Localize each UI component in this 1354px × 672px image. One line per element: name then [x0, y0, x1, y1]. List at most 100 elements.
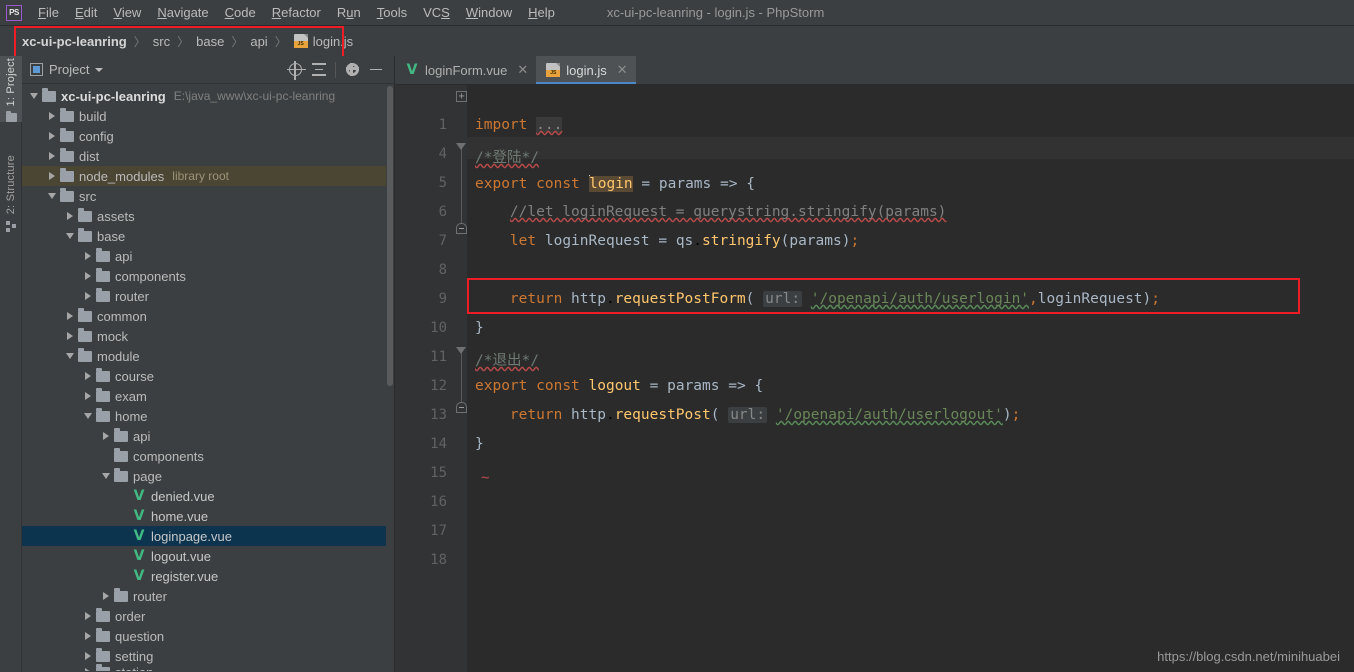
hide-button[interactable] [364, 58, 388, 82]
menu-item-tools[interactable]: Tools [369, 3, 415, 22]
tree-row[interactable]: components [22, 266, 394, 286]
menu-item-vcs[interactable]: VCS [415, 3, 458, 22]
tree-row[interactable]: mock [22, 326, 394, 346]
expand-arrow-icon[interactable] [44, 132, 60, 140]
sidebar-item-project[interactable]: 1: Project [0, 56, 22, 123]
expand-arrow-icon[interactable] [80, 668, 96, 671]
expand-arrow-icon[interactable] [44, 172, 60, 180]
menu-item-window[interactable]: Window [458, 3, 520, 22]
collapse-arrow-icon[interactable] [98, 473, 114, 479]
tree-scrollbar[interactable] [386, 84, 394, 671]
fold-collapse-icon[interactable] [456, 347, 467, 354]
tree-row[interactable]: home [22, 406, 394, 426]
tree-row[interactable]: module [22, 346, 394, 366]
expand-arrow-icon[interactable] [62, 312, 78, 320]
fold-expand-icon[interactable]: + [456, 91, 467, 102]
tree-row[interactable]: Vdenied.vue [22, 486, 394, 506]
breadcrumb-item-api[interactable]: api [250, 34, 267, 49]
expand-arrow-icon[interactable] [80, 292, 96, 300]
folder-icon [96, 627, 110, 642]
editor-gutter[interactable]: 1 4 5 6 7 8 9 10 11 12 13 14 15 16 17 18 [395, 85, 467, 672]
tree-row[interactable]: api [22, 426, 394, 446]
tree-row[interactable]: common [22, 306, 394, 326]
tree-row[interactable]: dist [22, 146, 394, 166]
tree-row[interactable]: Vhome.vue [22, 506, 394, 526]
expand-arrow-icon[interactable] [80, 392, 96, 400]
expand-arrow-icon[interactable] [98, 432, 114, 440]
tree-row[interactable]: page [22, 466, 394, 486]
js-file-icon [546, 63, 561, 77]
tree-row[interactable]: order [22, 606, 394, 626]
folder-icon [114, 467, 128, 482]
sidebar-item-structure[interactable]: 2: Structure [0, 153, 22, 233]
breadcrumb-item-file[interactable]: login.js [293, 34, 353, 49]
tree-row[interactable]: src [22, 186, 394, 206]
collapse-arrow-icon[interactable] [26, 93, 42, 99]
collapse-arrow-icon[interactable] [44, 193, 60, 199]
breadcrumb-item-project[interactable]: xc-ui-pc-leanring [22, 34, 127, 49]
menu-item-navigate[interactable]: Navigate [149, 3, 216, 22]
tree-row-label: base [97, 228, 126, 244]
expand-arrow-icon[interactable] [80, 272, 96, 280]
tab-login-js[interactable]: login.js ✕ [536, 56, 637, 84]
fold-end-icon[interactable] [456, 402, 467, 413]
expand-arrow-icon[interactable] [80, 372, 96, 380]
collapse-all-button[interactable] [307, 58, 331, 82]
expand-arrow-icon[interactable] [44, 152, 60, 160]
tree-row[interactable]: assets [22, 206, 394, 226]
breadcrumb-item-base[interactable]: base [196, 34, 224, 49]
tree-row[interactable]: station [22, 663, 394, 671]
line-number: 7 [438, 233, 447, 249]
tree-row[interactable]: base [22, 226, 394, 246]
chevron-down-icon[interactable] [95, 67, 104, 72]
line-number: 10 [430, 320, 447, 336]
tree-scrollbar-thumb[interactable] [387, 86, 393, 386]
folder-icon [96, 663, 110, 671]
expand-arrow-icon[interactable] [80, 652, 96, 660]
breadcrumb-item-src[interactable]: src [153, 34, 170, 49]
tree-row[interactable]: course [22, 366, 394, 386]
menu-item-refactor[interactable]: Refactor [264, 3, 329, 22]
expand-arrow-icon[interactable] [62, 332, 78, 340]
tree-row[interactable]: question [22, 626, 394, 646]
tree-row[interactable]: components [22, 446, 394, 466]
tree-row[interactable]: router [22, 286, 394, 306]
tree-row[interactable]: Vlogout.vue [22, 546, 394, 566]
project-file-tree[interactable]: xc-ui-pc-leanring E:\java_www\xc-ui-pc-le… [22, 84, 394, 671]
expand-arrow-icon[interactable] [80, 252, 96, 260]
tree-row[interactable]: node_modules library root [22, 166, 394, 186]
expand-arrow-icon[interactable] [80, 612, 96, 620]
expand-arrow-icon[interactable] [62, 212, 78, 220]
tree-row[interactable]: setting [22, 646, 394, 666]
tab-loginform-vue[interactable]: V loginForm.vue ✕ [395, 56, 536, 84]
expand-arrow-icon[interactable] [44, 112, 60, 120]
collapse-arrow-icon[interactable] [62, 233, 78, 239]
tree-row[interactable]: api [22, 246, 394, 266]
tree-row[interactable]: config [22, 126, 394, 146]
close-icon[interactable]: ✕ [617, 64, 628, 77]
tree-row[interactable]: build [22, 106, 394, 126]
menu-item-file[interactable]: File [30, 3, 67, 22]
tree-row[interactable]: xc-ui-pc-leanring E:\java_www\xc-ui-pc-le… [22, 86, 394, 106]
fold-end-icon[interactable] [456, 223, 467, 234]
settings-button[interactable] [340, 58, 364, 82]
tree-row[interactable]: Vregister.vue [22, 566, 394, 586]
collapse-arrow-icon[interactable] [62, 353, 78, 359]
scroll-from-source-button[interactable] [283, 58, 307, 82]
tree-row[interactable]: Vloginpage.vue [22, 526, 394, 546]
breadcrumb: xc-ui-pc-leanring 〉 src 〉 base 〉 api 〉 l… [22, 26, 353, 56]
menu-item-code[interactable]: Code [217, 3, 264, 22]
expand-arrow-icon[interactable] [80, 632, 96, 640]
menu-item-view[interactable]: View [105, 3, 149, 22]
collapse-arrow-icon[interactable] [80, 413, 96, 419]
expand-arrow-icon[interactable] [98, 592, 114, 600]
tree-row[interactable]: router [22, 586, 394, 606]
tree-row[interactable]: exam [22, 386, 394, 406]
code-editor[interactable]: 1 4 5 6 7 8 9 10 11 12 13 14 15 16 17 18 + import ... /… [395, 85, 1354, 672]
fold-collapse-icon[interactable] [456, 143, 467, 150]
menu-item-edit[interactable]: Edit [67, 3, 105, 22]
menu-item-run[interactable]: Run [329, 3, 369, 22]
close-icon[interactable]: ✕ [517, 64, 528, 77]
menu-item-help[interactable]: Help [520, 3, 563, 22]
code-line-5: export const login = params => { [475, 175, 755, 192]
